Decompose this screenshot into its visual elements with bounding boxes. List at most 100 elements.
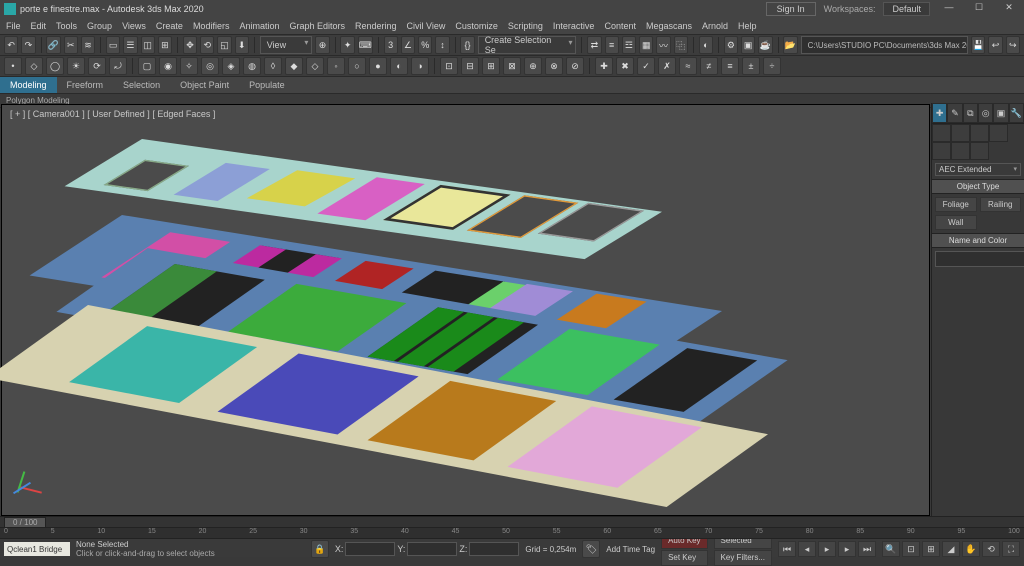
- menu-animation[interactable]: Animation: [239, 21, 279, 31]
- align-button[interactable]: ≡: [605, 36, 619, 54]
- viewport[interactable]: [ + ] [ Camera001 ] [ User Defined ] [ E…: [1, 104, 930, 516]
- select-region-button[interactable]: ◫: [141, 36, 155, 54]
- render-button[interactable]: ☕: [758, 36, 772, 54]
- unlink-button[interactable]: ✂: [64, 36, 78, 54]
- maxscript-listener[interactable]: Qclean1 Bridge: [4, 542, 70, 556]
- menu-rendering[interactable]: Rendering: [355, 21, 397, 31]
- keyboard-shortcut-button[interactable]: ⌨: [358, 36, 373, 54]
- category-dropdown[interactable]: AEC Extended: [935, 163, 1021, 176]
- helpers-cat[interactable]: [932, 142, 951, 160]
- cameras-cat[interactable]: [989, 124, 1008, 142]
- next-frame-button[interactable]: ▸: [838, 541, 856, 557]
- name-color-rollout-header[interactable]: Name and Color: [932, 233, 1024, 248]
- menu-scripting[interactable]: Scripting: [508, 21, 543, 31]
- redo-button[interactable]: ↷: [21, 36, 35, 54]
- undo-button[interactable]: ↶: [4, 36, 18, 54]
- menu-megascans[interactable]: Megascans: [646, 21, 692, 31]
- material-editor-button[interactable]: ◐: [699, 36, 713, 54]
- tbtn-ab[interactable]: ✚: [595, 57, 613, 75]
- spacewarps-cat[interactable]: [951, 142, 970, 160]
- tbtn-j[interactable]: ◎: [201, 57, 219, 75]
- tbtn-ad[interactable]: ✓: [637, 57, 655, 75]
- render-setup-button[interactable]: ⚙: [724, 36, 738, 54]
- utilities-tab[interactable]: 🔧: [1009, 103, 1024, 123]
- shapes-cat[interactable]: [951, 124, 970, 142]
- lights-cat[interactable]: [970, 124, 989, 142]
- modify-tab[interactable]: ✎: [947, 103, 962, 123]
- select-name-button[interactable]: ☰: [123, 36, 137, 54]
- tbtn-p[interactable]: ◦: [327, 57, 345, 75]
- object-name-field[interactable]: [935, 251, 1024, 267]
- ribbon-tab-modeling[interactable]: Modeling: [0, 77, 57, 93]
- curve-editor-button[interactable]: 〰: [656, 36, 670, 54]
- orbit-button[interactable]: ⟲: [982, 541, 1000, 557]
- pan-button[interactable]: ✋: [962, 541, 980, 557]
- zoom-all-button[interactable]: ⊡: [902, 541, 920, 557]
- save-button[interactable]: 💾: [971, 36, 985, 54]
- goto-start-button[interactable]: ⏮: [778, 541, 796, 557]
- tbtn-aa[interactable]: ⊘: [566, 57, 584, 75]
- tbtn-ac[interactable]: ✖: [616, 57, 634, 75]
- tbtn-a[interactable]: •: [4, 57, 22, 75]
- schematic-view-button[interactable]: ⿻: [674, 36, 688, 54]
- tbtn-l[interactable]: ◍: [243, 57, 261, 75]
- tbtn-u[interactable]: ⊡: [440, 57, 458, 75]
- fetch-button[interactable]: ↩: [988, 36, 1002, 54]
- tbtn-c[interactable]: ◯: [46, 57, 64, 75]
- tbtn-q[interactable]: ○: [348, 57, 366, 75]
- coord-y-field[interactable]: [407, 542, 457, 556]
- add-time-tag[interactable]: Add Time Tag: [606, 545, 655, 554]
- create-tab[interactable]: ✚: [932, 103, 947, 123]
- tbtn-ai[interactable]: ±: [742, 57, 760, 75]
- max-viewport-button[interactable]: ⛶: [1002, 541, 1020, 557]
- menu-arnold[interactable]: Arnold: [702, 21, 728, 31]
- menu-tools[interactable]: Tools: [56, 21, 77, 31]
- display-tab[interactable]: ▣: [993, 103, 1008, 123]
- sign-in-button[interactable]: Sign In: [766, 2, 816, 16]
- tbtn-aj[interactable]: ÷: [763, 57, 781, 75]
- project-path-field[interactable]: C:\Users\STUDIO PC\Documents\3ds Max 202…: [801, 36, 969, 54]
- tbtn-k[interactable]: ◈: [222, 57, 240, 75]
- window-crossing-button[interactable]: ⊞: [158, 36, 172, 54]
- tbtn-ag[interactable]: ≠: [700, 57, 718, 75]
- menu-help[interactable]: Help: [738, 21, 757, 31]
- tbtn-r[interactable]: ●: [369, 57, 387, 75]
- maximize-button[interactable]: ☐: [968, 2, 990, 16]
- menu-civil-view[interactable]: Civil View: [407, 21, 446, 31]
- menu-modifiers[interactable]: Modifiers: [193, 21, 230, 31]
- systems-cat[interactable]: [970, 142, 989, 160]
- open-file-icon[interactable]: 📂: [783, 36, 797, 54]
- railing-button[interactable]: Railing: [980, 197, 1022, 212]
- menu-group[interactable]: Group: [87, 21, 112, 31]
- hold-button[interactable]: ↪: [1006, 36, 1020, 54]
- tbtn-n[interactable]: ◆: [285, 57, 303, 75]
- menu-interactive[interactable]: Interactive: [553, 21, 595, 31]
- tbtn-o[interactable]: ◇: [306, 57, 324, 75]
- select-manipulate-button[interactable]: ✦: [340, 36, 354, 54]
- time-tag-icon[interactable]: 🏷: [582, 540, 600, 558]
- angle-snap-button[interactable]: ∠: [401, 36, 415, 54]
- link-button[interactable]: 🔗: [46, 36, 60, 54]
- tbtn-ae[interactable]: ✗: [658, 57, 676, 75]
- coord-z-field[interactable]: [469, 542, 519, 556]
- zoom-button[interactable]: 🔍: [882, 541, 900, 557]
- select-button[interactable]: ▭: [106, 36, 120, 54]
- tbtn-w[interactable]: ⊞: [482, 57, 500, 75]
- motion-tab[interactable]: ◎: [978, 103, 993, 123]
- tbtn-g[interactable]: ▢: [138, 57, 156, 75]
- set-key-button[interactable]: Set Key: [661, 550, 707, 566]
- viewport-canvas[interactable]: [2, 105, 929, 515]
- rotate-button[interactable]: ⟲: [200, 36, 214, 54]
- scale-button[interactable]: ◱: [217, 36, 231, 54]
- tbtn-z[interactable]: ⊗: [545, 57, 563, 75]
- move-button[interactable]: ✥: [183, 36, 197, 54]
- menu-content[interactable]: Content: [604, 21, 636, 31]
- minimize-button[interactable]: —: [938, 2, 960, 16]
- tbtn-y[interactable]: ⊕: [524, 57, 542, 75]
- tbtn-ah[interactable]: ≡: [721, 57, 739, 75]
- goto-end-button[interactable]: ⏭: [858, 541, 876, 557]
- tbtn-m[interactable]: ◊: [264, 57, 282, 75]
- tbtn-v[interactable]: ⊟: [461, 57, 479, 75]
- placement-button[interactable]: ⬇: [235, 36, 249, 54]
- time-slider-handle[interactable]: 0 / 100: [4, 517, 46, 528]
